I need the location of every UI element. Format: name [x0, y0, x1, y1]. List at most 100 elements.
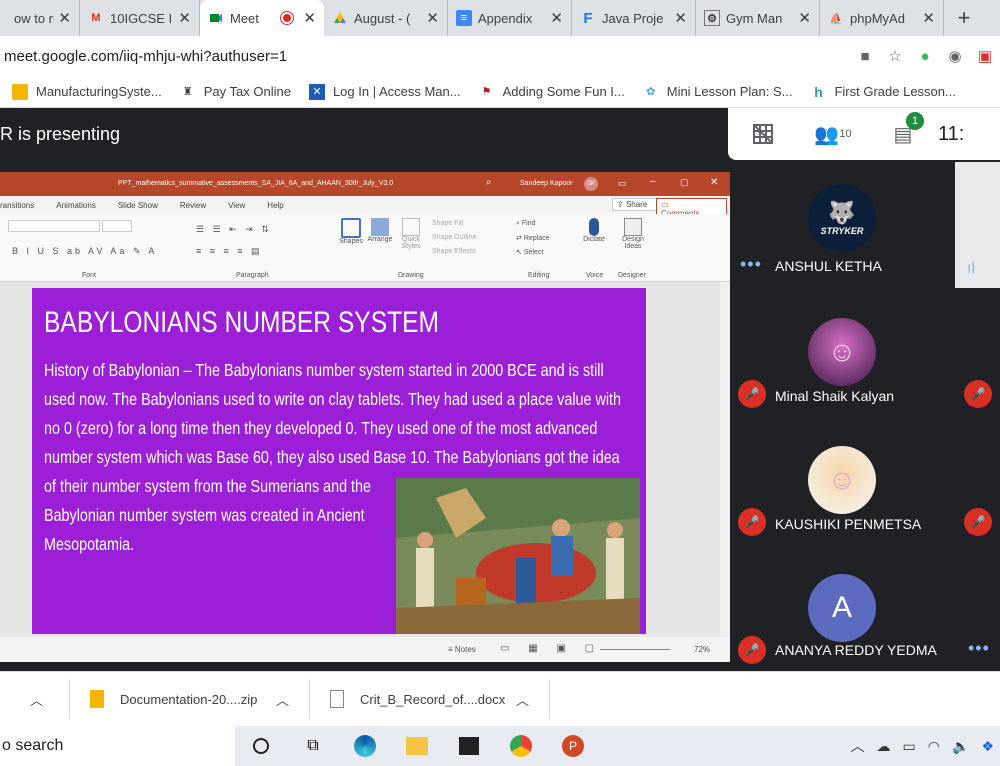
body-line: used now. The Babylonians used to write … — [44, 389, 622, 409]
new-tab-button[interactable]: + — [944, 0, 984, 36]
recording-icon — [281, 12, 294, 24]
chrome-icon[interactable] — [495, 726, 547, 766]
tab-slide-show[interactable]: Slide Show — [118, 201, 158, 210]
dictate-button[interactable]: Dictate — [580, 218, 608, 243]
ribbon-display-icon[interactable]: ▭ — [618, 178, 627, 189]
bookmark-item[interactable]: ♜ Pay Tax Online — [180, 84, 291, 100]
star-icon[interactable]: ☆ — [880, 41, 910, 71]
battery-icon[interactable]: ▭ — [903, 738, 916, 755]
speaker-icon[interactable]: 🔈 — [952, 738, 969, 755]
bookmark-item[interactable]: ✿ Mini Lesson Plan: S... — [643, 84, 792, 100]
powerpoint-icon[interactable]: P — [547, 726, 599, 766]
participants-button[interactable]: 👥 10 — [798, 122, 868, 147]
bookmark-item[interactable]: ⚑ Adding Some Fun I... — [479, 84, 625, 100]
wifi-icon[interactable]: ◠ — [928, 738, 940, 755]
windows-taskbar: o search ⧉ P ︿ ☁ ▭ ◠ 🔈 ❖ — [0, 726, 1000, 766]
shape-outline-button[interactable]: Shape Outline — [432, 234, 476, 241]
edge-icon[interactable] — [339, 726, 391, 766]
taskbar-search[interactable]: o search — [0, 726, 235, 766]
task-view-icon[interactable]: ⧉ — [287, 726, 339, 766]
browser-tab[interactable]: August - ( ✕ — [324, 0, 448, 36]
address-bar: meet.google.com/iiq-mhju-whi?authuser=1 … — [0, 36, 1000, 76]
participant-tile[interactable]: ☺ 🎤 🎤 KAUSHIKI PENMETSA — [738, 446, 1000, 556]
tab-review[interactable]: Review — [180, 201, 206, 210]
close-tab-icon[interactable]: ✕ — [922, 9, 935, 27]
muted-mic-icon: 🎤 — [964, 508, 992, 536]
grid-view-icon[interactable] — [728, 123, 798, 145]
cortana-icon[interactable] — [235, 726, 287, 766]
minimize-icon[interactable]: – — [650, 176, 656, 187]
browser-tab[interactable]: ⚙ Gym Man ✕ — [696, 0, 820, 36]
download-chevron[interactable]: ︿ — [0, 679, 71, 719]
browser-tab[interactable]: ≡ Appendix ✕ — [448, 0, 572, 36]
arrange-button[interactable]: Arrange — [366, 218, 394, 243]
close-tab-icon[interactable]: ✕ — [426, 9, 439, 27]
chevron-up-icon[interactable]: ︿ — [276, 690, 289, 709]
user-avatar: SK — [584, 177, 598, 191]
chevron-up-icon[interactable]: ︿ — [851, 736, 865, 756]
file-explorer-icon[interactable] — [391, 726, 443, 766]
group-font: Font — [82, 272, 97, 279]
chevron-up-icon[interactable]: ︿ — [516, 690, 529, 709]
participant-tile[interactable]: A 🎤 ANANYA REDDY YEDMA ••• — [738, 574, 1000, 684]
url-field[interactable]: meet.google.com/iiq-mhju-whi?authuser=1 — [4, 48, 850, 65]
bookmark-item[interactable]: h First Grade Lesson... — [810, 84, 956, 100]
dropbox-icon[interactable]: ❖ — [981, 738, 994, 755]
notes-button[interactable]: ≡ Notes — [448, 645, 476, 654]
download-item[interactable]: Documentation-20....zip ︿ — [70, 679, 311, 719]
close-tab-icon[interactable]: ✕ — [178, 9, 191, 27]
tab-help[interactable]: Help — [267, 201, 283, 210]
shapes-button[interactable]: Shapes — [338, 218, 364, 245]
select-button[interactable]: ↖ Select — [516, 248, 543, 256]
close-tab-icon[interactable]: ✕ — [550, 9, 563, 27]
close-tab-icon[interactable]: ✕ — [58, 9, 71, 27]
shape-fill-button[interactable]: Shape Fill — [432, 220, 463, 227]
cloud-icon[interactable]: ☁ — [877, 738, 891, 755]
font-name-box[interactable] — [8, 220, 100, 232]
vertical-scrollbar[interactable] — [720, 282, 730, 637]
bookmark-item[interactable]: ManufacturingSyste... — [12, 83, 162, 100]
align-buttons[interactable]: ≡ ≡ ≡ ≡ ▤ — [196, 246, 263, 257]
store-icon[interactable] — [443, 726, 495, 766]
font-format-buttons[interactable]: B I U S ab AV Aa ✎ A — [12, 246, 157, 257]
shape-effects-button[interactable]: Shape Effects — [432, 248, 475, 255]
browser-tab[interactable]: F Java Proje ✕ — [572, 0, 696, 36]
camera-icon[interactable]: ■ — [850, 41, 880, 71]
design-ideas-button[interactable]: Design Ideas — [618, 218, 648, 250]
browser-tab[interactable]: M 10IGCSE I ✕ — [80, 0, 200, 36]
wolf-icon: 🐺 — [828, 200, 856, 225]
search-icon[interactable]: ⌕ — [486, 177, 492, 188]
chat-button[interactable]: ▤ 1 — [868, 111, 938, 147]
quick-styles-button[interactable]: Quick Styles — [398, 218, 424, 250]
more-options-icon[interactable]: ••• — [968, 638, 990, 659]
evernote-icon[interactable]: ● — [910, 41, 940, 71]
close-tab-icon[interactable]: ✕ — [303, 9, 316, 27]
ppt-title-bar: PPT_mathematics_summative_assessments_SA… — [0, 172, 730, 196]
tab-title: 10IGCSE I — [110, 10, 173, 26]
browser-tab[interactable]: ow to ru ✕ — [0, 0, 80, 36]
view-buttons[interactable]: ▭ ▦ ▣ ▢ — [500, 643, 602, 654]
more-options-icon[interactable]: ••• — [740, 254, 762, 275]
bookmark-item[interactable]: ✕ Log In | Access Man... — [308, 83, 461, 100]
tab-view[interactable]: View — [228, 201, 245, 210]
font-size-box[interactable] — [102, 220, 132, 232]
zoom-slider[interactable] — [600, 649, 670, 650]
tab-animations[interactable]: Animations — [56, 201, 96, 210]
participant-tile[interactable]: ☺ 🎤 🎤 Minal Shaik Kalyan — [738, 318, 1000, 428]
close-tab-icon[interactable]: ✕ — [674, 9, 687, 27]
participant-tile[interactable]: 🐺 STRYKER ••• ANSHUL KETHA — [740, 184, 1000, 294]
shapes-icon — [341, 218, 361, 238]
tab-transitions[interactable]: ransitions — [0, 201, 34, 210]
download-item[interactable]: Crit_B_Record_of....docx ︿ — [310, 679, 551, 719]
browser-tab-active[interactable]: Meet ✕ — [200, 0, 324, 36]
replace-button[interactable]: ⇄ Replace — [516, 234, 550, 242]
browser-tab[interactable]: ⛵ phpMyAd ✕ — [820, 0, 944, 36]
close-tab-icon[interactable]: ✕ — [798, 9, 811, 27]
maximize-icon[interactable]: ▢ — [680, 177, 689, 188]
slide[interactable]: BABYLONIANS NUMBER SYSTEM History of Bab… — [32, 288, 646, 634]
extension-icon[interactable]: ◉ — [940, 41, 970, 71]
shield-icon[interactable]: ▣ — [970, 41, 1000, 71]
find-button[interactable]: ⌕ Find — [516, 220, 536, 228]
close-icon[interactable]: ✕ — [710, 177, 718, 188]
paragraph-buttons[interactable]: ☰ ☰ ⇤ ⇥ ⇅ — [196, 224, 272, 235]
